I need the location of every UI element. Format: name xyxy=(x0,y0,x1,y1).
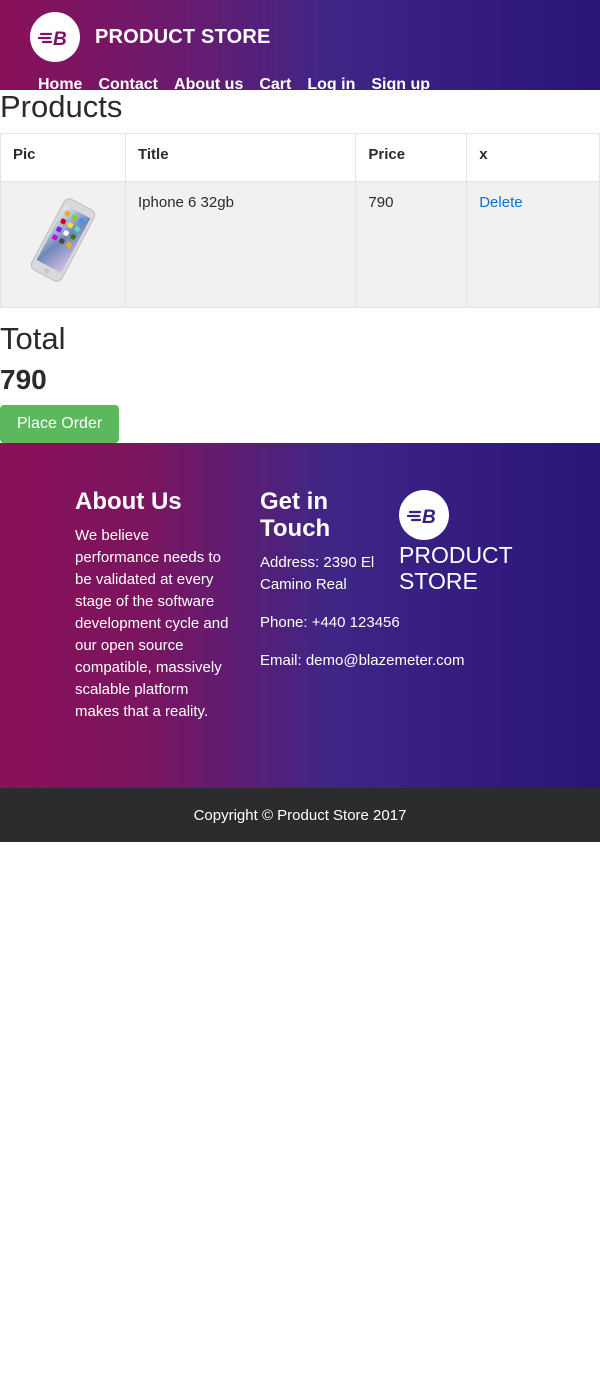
copyright-text: Copyright © Product Store 2017 xyxy=(193,806,407,824)
product-title: Iphone 6 32gb xyxy=(124,181,357,308)
total-heading: Total xyxy=(0,321,66,356)
column-header-pic: Pic xyxy=(0,133,126,182)
column-header-title: Title xyxy=(124,133,357,182)
nav-sign-up[interactable]: Sign up xyxy=(371,74,430,96)
brand-link[interactable]: B PRODUCT STORE xyxy=(30,12,271,62)
footer-address: Address: 2390 El Camino Real xyxy=(260,554,375,593)
products-heading: Products xyxy=(0,89,123,124)
column-header-x: x xyxy=(466,133,600,182)
delete-link[interactable]: Delete xyxy=(479,194,522,211)
total-value: 790 xyxy=(0,364,47,395)
nav-log-in[interactable]: Log in xyxy=(307,74,355,96)
table-row: Iphone 6 32gb 790 Delete xyxy=(0,181,600,308)
footer-brand-section: B PRODUCT STORE xyxy=(399,490,579,594)
footer-touch-heading: Get in Touch xyxy=(260,488,331,542)
footer-about-text: We believe performance needs to be valid… xyxy=(75,527,229,720)
column-header-price: Price xyxy=(355,133,468,182)
nav-about-us[interactable]: About us xyxy=(174,74,243,96)
svg-text:B: B xyxy=(422,507,436,526)
svg-text:B: B xyxy=(53,29,67,48)
delete-cell: Delete xyxy=(466,181,600,308)
iphone-image xyxy=(13,190,113,290)
footer-phone: Phone: +440 123456 xyxy=(260,614,400,631)
footer-brand-name: PRODUCT STORE xyxy=(399,542,513,594)
footer-about-heading: About Us xyxy=(75,488,182,515)
blazemeter-logo-icon: B xyxy=(30,12,80,62)
footer-contact-section: Get in Touch Address: 2390 El Camino Rea… xyxy=(260,488,465,688)
copyright-bar: Copyright © Product Store 2017 xyxy=(0,788,600,842)
brand-name[interactable]: PRODUCT STORE xyxy=(95,26,271,49)
footer-about-section: About Us We believe performance needs to… xyxy=(75,488,235,723)
navbar: B PRODUCT STORE Home Contact About us Ca… xyxy=(0,0,600,93)
cart-table: Pic Title Price x Iphone 6 32gb 790 Dele… xyxy=(0,133,600,308)
footer-email: Email: demo@blazemeter.com xyxy=(260,652,465,669)
table-header-row: Pic Title Price x xyxy=(0,133,600,182)
footer: About Us We believe performance needs to… xyxy=(0,443,600,788)
footer-logo-icon: B xyxy=(399,490,449,540)
place-order-button[interactable]: Place Order xyxy=(0,405,119,443)
product-pic-cell xyxy=(0,181,126,308)
product-price: 790 xyxy=(355,181,468,308)
nav-cart[interactable]: Cart xyxy=(259,74,291,96)
